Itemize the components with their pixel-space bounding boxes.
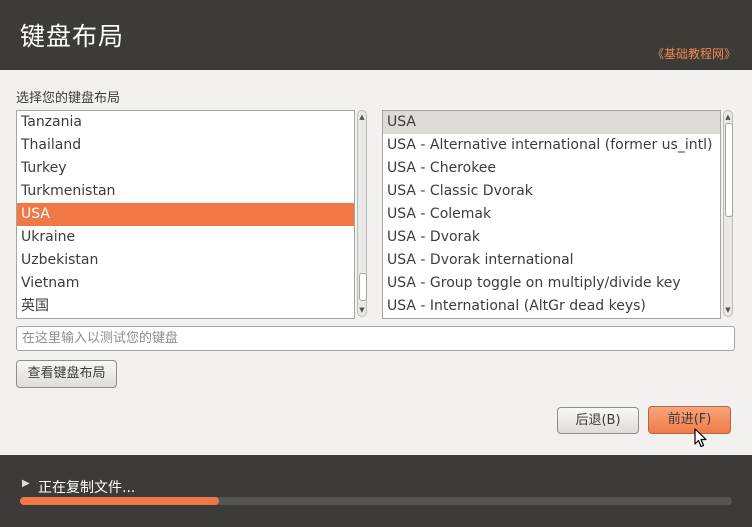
forward-button[interactable]: 前进(F): [648, 406, 731, 434]
variant-list-scrollbar[interactable]: ▲ ▼: [723, 110, 733, 317]
country-list-item[interactable]: Ukraine: [17, 226, 354, 249]
watermark-text: 《基础教程网》: [651, 47, 736, 61]
header-bar: 键盘布局 《基础教程网》: [0, 0, 752, 70]
variant-list-scroll-thumb[interactable]: [725, 123, 733, 217]
country-list-item[interactable]: Thailand: [17, 134, 354, 157]
variant-list-item[interactable]: USA - Classic Dvorak: [383, 180, 720, 203]
scroll-up-arrow-icon[interactable]: ▲: [724, 113, 732, 121]
page-title: 键盘布局: [20, 22, 125, 51]
copy-status-text: 正在复制文件...: [38, 480, 136, 496]
country-list-item[interactable]: Turkmenistan: [17, 180, 354, 203]
keyboard-test-input[interactable]: [16, 326, 735, 351]
country-list-scroll-thumb[interactable]: [359, 273, 367, 301]
variant-list-item[interactable]: USA - Group toggle on multiply/divide ke…: [383, 272, 720, 295]
country-list[interactable]: Tanzania Thailand Turkey Turkmenistan USA Ukr…: [16, 110, 355, 319]
variant-list[interactable]: USA USA - Alternative international (form…: [382, 110, 721, 319]
country-list-item[interactable]: Uzbekistan: [17, 249, 354, 272]
variant-list-item[interactable]: USA: [383, 111, 720, 134]
expand-triangle-icon[interactable]: ▶: [22, 478, 30, 489]
variant-list-item[interactable]: USA - Dvorak international: [383, 249, 720, 272]
variant-list-item[interactable]: USA - Dvorak: [383, 226, 720, 249]
country-list-item[interactable]: Turkey: [17, 157, 354, 180]
scroll-down-arrow-icon[interactable]: ▼: [724, 306, 732, 314]
scroll-up-arrow-icon[interactable]: ▲: [358, 113, 366, 121]
view-layout-button[interactable]: 查看键盘布局: [16, 360, 117, 388]
variant-list-item[interactable]: USA - Colemak: [383, 203, 720, 226]
variant-list-item[interactable]: USA - International (AltGr dead keys): [383, 295, 720, 318]
country-list-scrollbar[interactable]: ▲ ▼: [357, 110, 367, 317]
copy-progress-bar: [20, 497, 732, 505]
scroll-down-arrow-icon[interactable]: ▼: [358, 306, 366, 314]
variant-list-item[interactable]: USA - Cherokee: [383, 157, 720, 180]
copy-progress-fill: [20, 497, 220, 505]
country-list-item[interactable]: Vietnam: [17, 272, 354, 295]
footer-bar: ▶ 正在复制文件...: [0, 455, 752, 527]
country-list-item[interactable]: USA: [17, 203, 354, 226]
layout-prompt-label: 选择您的键盘布局: [16, 91, 121, 106]
variant-list-item[interactable]: USA - Alternative international (former …: [383, 134, 720, 157]
back-button[interactable]: 后退(B): [557, 407, 639, 434]
country-list-item[interactable]: Tanzania: [17, 111, 354, 134]
main-panel: 选择您的键盘布局 Tanzania Thailand Turkey Turkmenis…: [0, 70, 752, 455]
country-list-item[interactable]: 英国: [17, 295, 354, 318]
mouse-pointer-icon: [694, 428, 707, 448]
